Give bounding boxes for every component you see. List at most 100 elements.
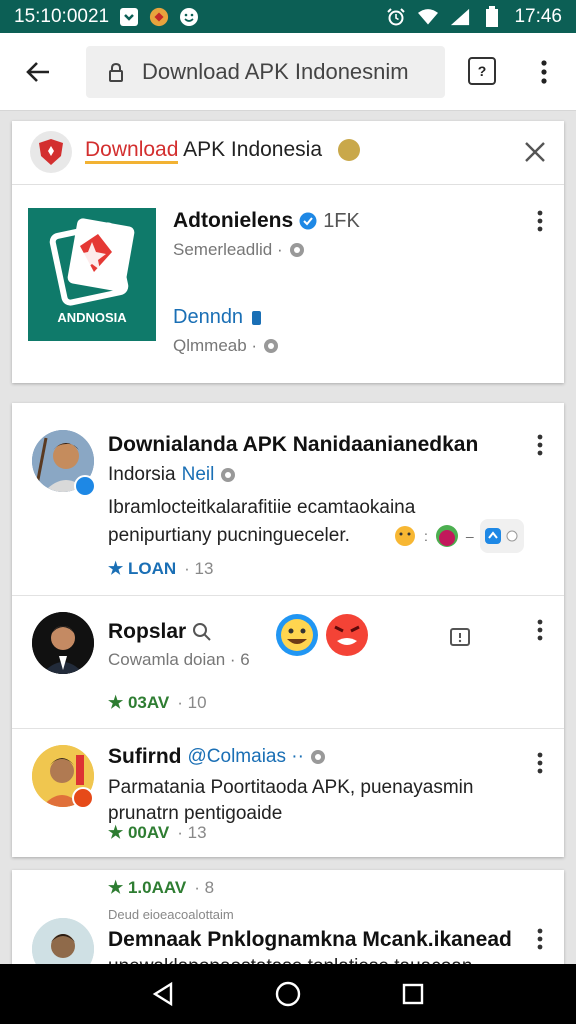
globe-icon (221, 468, 236, 482)
post-author[interactable]: Sufirnd (108, 745, 182, 769)
download-icon (119, 7, 139, 27)
post-menu-button[interactable] (530, 616, 550, 644)
share-button[interactable] (479, 519, 524, 553)
download-link-row[interactable]: Denndn (173, 306, 263, 329)
download-meta-row: Qlmmeab · (173, 336, 279, 356)
circle-home-icon (275, 981, 301, 1007)
angry-emoji-icon[interactable] (325, 613, 369, 662)
post-handle[interactable]: @Colmaias ·· (188, 746, 304, 768)
post-item[interactable]: Ropslar Cowamla doian · 6 ★ 03AV · 10 (12, 596, 564, 729)
post-sub: Indorsia (108, 464, 176, 485)
post-count: · 13 (184, 559, 214, 578)
post-rating: ★ LOAN (108, 559, 177, 578)
app-title-row: Adtonielens 1FK (173, 209, 360, 233)
status-bar: 15:10:0021 17:46 (0, 0, 576, 33)
system-nav-bar (0, 964, 576, 1024)
triangle-back-icon (152, 981, 172, 1007)
post-small-text: Deud eioeacoalottaim (108, 907, 234, 922)
post-meta: Cowamla doian · 6 (108, 650, 250, 669)
post-author-row: Ropslar (108, 620, 212, 644)
nav-back-button[interactable] (143, 974, 183, 1014)
bookmark-icon (252, 310, 262, 325)
kebab-menu-icon (537, 928, 543, 950)
face-emoji-icon[interactable] (434, 523, 460, 549)
lock-icon (108, 62, 124, 82)
post-stats: ★ 03AV · 10 (108, 693, 207, 713)
close-icon (525, 142, 545, 162)
post-stats: ★ LOAN · 13 (108, 559, 213, 579)
post-menu-button[interactable] (530, 431, 550, 459)
globe-icon (289, 243, 304, 257)
post-author-row: Sufirnd @Colmaias ·· (108, 745, 326, 769)
url-text: Download APK Indonesnim (142, 59, 409, 84)
site-header: Download APK Indonesia (12, 121, 564, 185)
post-tag[interactable]: Neil (182, 464, 215, 486)
post-author[interactable]: Ropslar (108, 620, 186, 644)
post-item[interactable]: Sufirnd @Colmaias ·· Parmatania Poortita… (12, 729, 564, 857)
app-icon-label: ANDNOSIA (57, 310, 127, 325)
post-stats: ★ 00AV · 13 (108, 823, 207, 843)
kebab-menu-icon (541, 60, 547, 84)
tab-switcher-button[interactable]: ? (468, 57, 496, 85)
site-title-rest: APK Indonesia (178, 138, 323, 161)
app-count: 1FK (323, 209, 360, 232)
post-author[interactable]: Downialanda APK Nanidaanianedkan (108, 433, 478, 457)
report-icon (450, 628, 470, 646)
app-notification-icon (149, 7, 169, 27)
url-bar[interactable]: Download APK Indonesnim (86, 46, 445, 98)
sun-emoji-icon[interactable] (392, 523, 418, 549)
signal-icon (450, 7, 470, 27)
site-badge-icon (338, 139, 360, 161)
site-title-highlight: Download (85, 138, 179, 164)
posts-card: Downialanda APK Nanidaanianedkan Indorsi… (12, 403, 564, 857)
nav-home-button[interactable] (268, 974, 308, 1014)
download-link[interactable]: Denndn (173, 306, 243, 329)
close-button[interactable] (522, 139, 548, 165)
kebab-menu-icon (537, 752, 543, 774)
battery-icon (482, 5, 502, 27)
kebab-menu-icon (537, 434, 543, 456)
alarm-icon (386, 7, 406, 27)
app-menu-button[interactable] (530, 207, 550, 235)
post-text-line-1: Ibramlocteitkalarafitiie ecamtaokaina (108, 497, 416, 518)
reaction-separator: : (424, 528, 428, 544)
post-author[interactable]: Demnaak Pnklognamkna Mcank.ikanead (108, 928, 512, 952)
browser-menu-button[interactable] (530, 55, 558, 89)
app-icon[interactable]: ANDNOSIA (28, 208, 156, 341)
more-icon (506, 530, 518, 542)
wifi-icon (418, 7, 439, 27)
site-title[interactable]: Download APK Indonesia (85, 138, 323, 164)
app-meta: Semerleadlid · (173, 240, 283, 259)
post-text-line-2: penipurtiany pucningueceler. (108, 525, 350, 546)
site-card: Download APK Indonesia ANDNOSIA Adtoniel… (12, 121, 564, 383)
post-menu-button[interactable] (530, 749, 550, 777)
app-meta-row: Semerleadlid · (173, 240, 305, 260)
laugh-emoji-icon[interactable] (275, 613, 319, 662)
globe-icon (264, 339, 279, 353)
app-name[interactable]: Adtonielens (173, 209, 293, 233)
report-button[interactable] (449, 627, 471, 654)
post-count: · 8 (194, 878, 215, 897)
arrow-left-icon (26, 61, 49, 82)
post-rating: ★ 1.0AAV (108, 878, 187, 897)
site-logo-icon (30, 131, 72, 173)
status-time-left: 15:10:0021 (14, 5, 110, 27)
globe-icon (310, 750, 325, 764)
browser-toolbar: Download APK Indonesnim ? (0, 33, 576, 111)
status-badge-icon (72, 787, 94, 809)
post-subline: Indorsia Neil (108, 462, 236, 488)
back-button[interactable] (0, 33, 76, 111)
smiley-icon (179, 7, 199, 27)
share-icon (485, 528, 502, 544)
app-logo-icon (49, 218, 135, 306)
search-icon (193, 623, 211, 641)
square-recents-icon (403, 983, 424, 1005)
post-menu-button[interactable] (530, 925, 550, 953)
post-count: · 13 (177, 823, 207, 842)
status-time-right: 17:46 (514, 5, 562, 27)
nav-recents-button[interactable] (393, 974, 433, 1014)
post-rating: ★ 00AV (108, 823, 170, 842)
avatar[interactable] (32, 612, 94, 674)
post-rating: ★ 03AV (108, 693, 170, 712)
post-item[interactable]: Downialanda APK Nanidaanianedkan Indorsi… (12, 403, 564, 596)
